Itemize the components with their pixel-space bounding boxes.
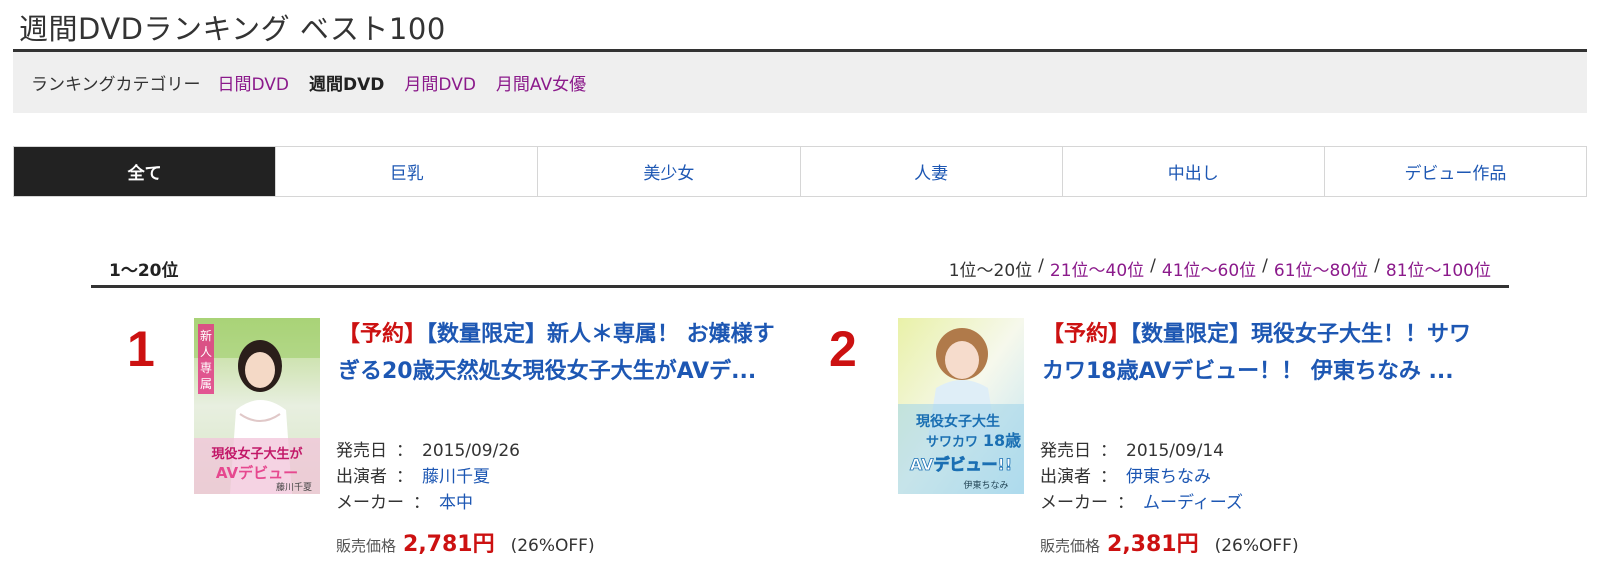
rank-number: 2 [829,321,857,377]
category-link-daily-dvd[interactable]: 日間DVD [218,70,290,95]
price-amount: 2,381円 [1107,532,1199,557]
pager-separator: / [1262,256,1268,276]
svg-text:現役女子大生が: 現役女子大生が [211,446,302,462]
category-link-monthly-dvd[interactable]: 月間DVD [404,70,476,95]
discount: (26%OFF) [510,536,595,556]
discount: (26%OFF) [1214,536,1299,556]
svg-text:サワカワ: サワカワ [926,435,978,450]
performer-label: 出演者 [336,467,387,487]
pager-separator: / [1150,256,1156,276]
release-date: 2015/09/26 [422,441,520,461]
pager-separator: / [1038,256,1044,276]
pager-link-81-100[interactable]: 81位〜100位 [1386,256,1491,281]
release-date: 2015/09/14 [1126,441,1224,461]
svg-text:人: 人 [200,345,212,359]
svg-text:属: 属 [200,377,212,391]
svg-text:18歳: 18歳 [983,431,1021,450]
performer-link[interactable]: 伊東ちなみ [1126,467,1211,487]
maker-link[interactable]: ムーディーズ [1143,493,1243,513]
price-row: 販売価格 2,381円 (26%OFF) [1040,526,1299,558]
release-date-label: 発売日 [1040,441,1091,461]
price-label: 販売価格 [1040,537,1101,555]
maker-link[interactable]: 本中 [439,493,473,513]
cover-art-2: 現役女子大生 サワカワ 18歳 AVデビュー!! 伊東ちなみ [898,318,1024,494]
tab-married-woman[interactable]: 人妻 [799,147,1062,196]
maker-label: メーカー [1040,493,1108,513]
tab-big-breasts[interactable]: 巨乳 [275,147,538,196]
price-row: 販売価格 2,781円 (26%OFF) [336,526,595,558]
pager-link-41-60[interactable]: 41位〜60位 [1162,256,1256,281]
ranking-category-label: ランキングカテゴリー [31,75,201,95]
product-meta: 発売日： 2015/09/26 出演者：藤川千夏 メーカー：本中 [336,438,520,516]
pager-link-61-80[interactable]: 61位〜80位 [1274,256,1368,281]
svg-text:専: 専 [200,361,212,375]
product-title-link[interactable]: 【予約】【数量限定】新人＊専属！ お嬢様すぎる20歳天然処女現役女子大生がAVデ… [338,316,778,390]
performer-link[interactable]: 藤川千夏 [422,467,490,487]
tab-all[interactable]: 全て [14,147,276,196]
genre-tabs: 全て 巨乳 美少女 人妻 中出し デビュー作品 [13,146,1587,197]
svg-text:伊東ちなみ: 伊東ちなみ [963,479,1008,491]
category-link-monthly-actress[interactable]: 月間AV女優 [496,70,586,95]
pager-current: 1位〜20位 [948,261,1033,281]
pager-link-21-40[interactable]: 21位〜40位 [1050,256,1144,281]
tab-debut[interactable]: デビュー作品 [1323,147,1587,196]
tab-creampie[interactable]: 中出し [1061,147,1324,196]
svg-text:現役女子大生: 現役女子大生 [916,413,1000,430]
maker-label: メーカー [336,493,404,513]
product-cover-image[interactable]: 現役女子大生 サワカワ 18歳 AVデビュー!! 伊東ちなみ [898,318,1024,494]
svg-text:藤川千夏: 藤川千夏 [276,481,312,493]
page-title: 週間DVDランキング ベスト100 [19,12,446,46]
svg-text:AVデビュー!!: AVデビュー!! [910,455,1012,474]
range-current-label: 1〜20位 [109,261,179,281]
category-current-weekly-dvd: 週間DVD [309,75,385,95]
product-title-link[interactable]: 【予約】【数量限定】現役女子大生！！サワカワ18歳AVデビュー！！ 伊東ちなみ … [1042,316,1482,390]
performer-label: 出演者 [1040,467,1091,487]
ranking-category-bar: ランキングカテゴリー 日間DVD 週間DVD 月間DVD 月間AV女優 [13,52,1587,113]
svg-text:新: 新 [200,328,212,343]
range-header: 1〜20位 1位〜20位 / 21位〜40位 / 41位〜60位 / 61位〜8… [91,250,1509,288]
release-date-label: 発売日 [336,441,387,461]
pager-separator: / [1374,256,1380,276]
range-pager: 1位〜20位 / 21位〜40位 / 41位〜60位 / 61位〜80位 / 8… [949,256,1491,281]
product-meta: 発売日： 2015/09/14 出演者：伊東ちなみ メーカー：ムーディーズ [1040,438,1243,516]
price-label: 販売価格 [336,537,397,555]
cover-art-1: 新 人 専 属 現役女子大生が AVデビュー 藤川千夏 [194,318,320,494]
svg-text:AVデビュー: AVデビュー [216,464,298,482]
reservation-tag: 【予約】 [1042,322,1131,347]
product-cover-image[interactable]: 新 人 専 属 現役女子大生が AVデビュー 藤川千夏 [194,318,320,494]
price-amount: 2,781円 [403,532,495,557]
rank-number: 1 [127,321,155,377]
reservation-tag: 【予約】 [338,322,427,347]
tab-beautiful-girl[interactable]: 美少女 [537,147,800,196]
